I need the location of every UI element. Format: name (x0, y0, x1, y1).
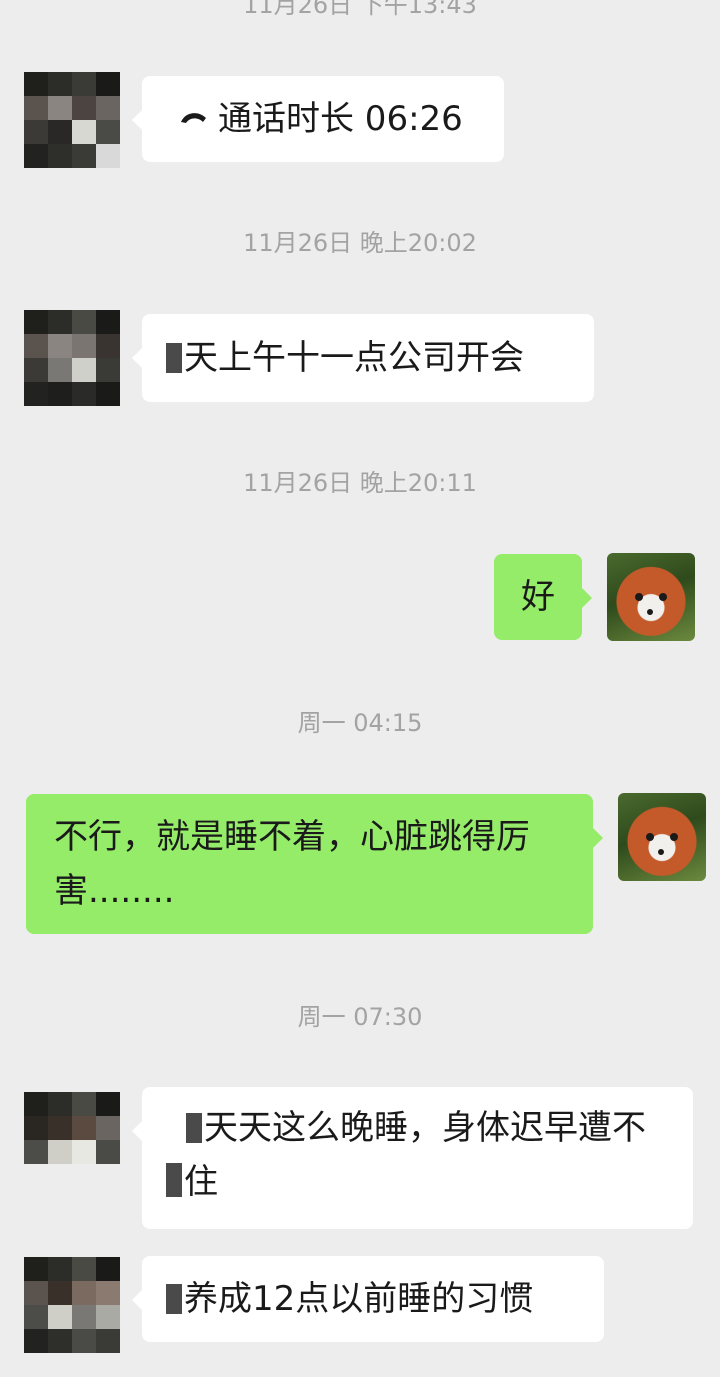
sent-message-bubble[interactable]: 不行，就是睡不着，心脏跳得厉害........ (26, 794, 603, 934)
self-avatar[interactable] (618, 793, 706, 881)
contact-avatar[interactable] (24, 72, 120, 168)
phone-icon (181, 113, 206, 123)
contact-avatar[interactable] (24, 1257, 120, 1353)
timestamp: 周一 04:15 (297, 709, 423, 737)
message-bubble[interactable]: 天天这么晚睡，身体迟早遭不 住 (132, 1087, 693, 1229)
timestamp: 11月26日 晚上20:02 (243, 229, 477, 257)
call-duration-text: 通话时长 06:26 (218, 99, 463, 139)
timestamp: 周一 07:30 (297, 1003, 423, 1031)
self-avatar[interactable] (607, 553, 695, 641)
message-bubble[interactable]: 养成12点以前睡的习惯 (132, 1256, 604, 1342)
message-text: 不行，就是睡不着，心脏跳得厉害........ (54, 817, 530, 911)
message-text-line-2: 住 (184, 1162, 218, 1202)
sent-message-bubble[interactable]: 好 (494, 554, 592, 640)
contact-avatar[interactable] (24, 310, 120, 406)
message-text-line-1: 天天这么晚睡，身体迟早遭不 (204, 1108, 646, 1148)
message-text: 养成12点以前睡的习惯 (184, 1279, 534, 1319)
timestamp: 11月26日 晚上20:11 (243, 469, 477, 497)
message-text: 天上午十一点公司开会 (184, 338, 524, 378)
contact-avatar[interactable] (24, 1092, 120, 1188)
call-record-bubble[interactable]: 通话时长 06:26 (132, 76, 504, 162)
timestamp: 11月26日 下午13:43 (243, 0, 477, 19)
redaction-mark (186, 1113, 202, 1143)
message-text: 好 (521, 577, 555, 617)
redaction-mark (166, 1163, 182, 1197)
redaction-mark (166, 343, 182, 373)
redaction-mark (166, 1284, 182, 1314)
message-bubble[interactable]: 天上午十一点公司开会 (132, 314, 594, 402)
